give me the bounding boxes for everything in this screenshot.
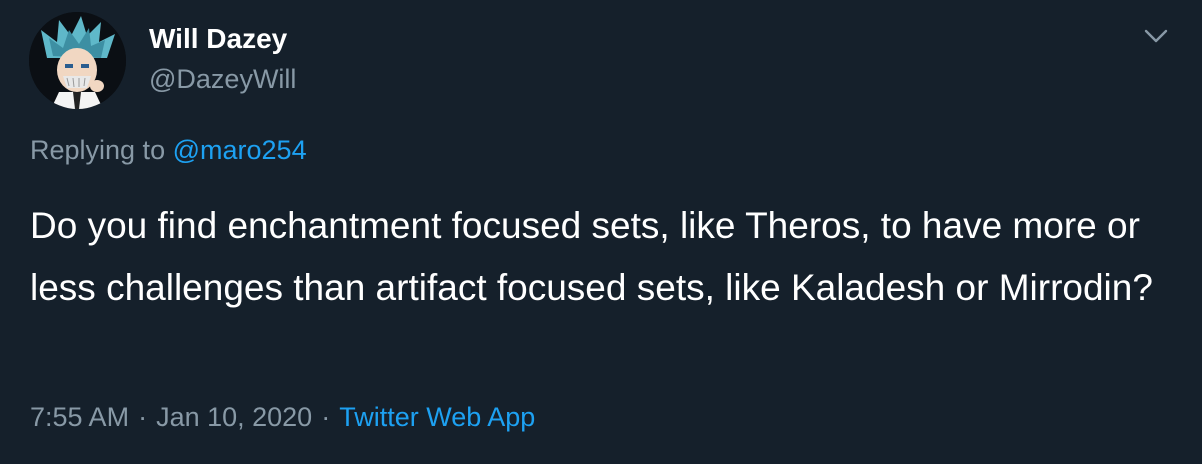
author-display-name[interactable]: Will Dazey	[149, 22, 287, 56]
replying-to-label: Replying to	[30, 135, 166, 165]
tweet-date[interactable]: Jan 10, 2020	[156, 402, 312, 432]
replying-to: Replying to @maro254	[30, 132, 307, 168]
anime-character-avatar-icon	[29, 12, 126, 109]
reply-mention-link[interactable]: @maro254	[173, 135, 307, 165]
tweet-source-link[interactable]: Twitter Web App	[339, 402, 535, 432]
tweet-time[interactable]: 7:55 AM	[30, 402, 129, 432]
tweet-card: Will Dazey @DazeyWill Replying to @maro2…	[0, 0, 1202, 464]
meta-separator: ·	[321, 402, 331, 432]
author-handle[interactable]: @DazeyWill	[149, 62, 296, 96]
avatar[interactable]	[29, 12, 126, 109]
tweet-meta: 7:55 AM · Jan 10, 2020 · Twitter Web App	[30, 399, 535, 435]
tweet-menu-button[interactable]	[1138, 22, 1174, 50]
tweet-text: Do you find enchantment focused sets, li…	[30, 205, 1153, 308]
meta-separator: ·	[138, 402, 148, 432]
chevron-down-icon	[1144, 29, 1168, 43]
